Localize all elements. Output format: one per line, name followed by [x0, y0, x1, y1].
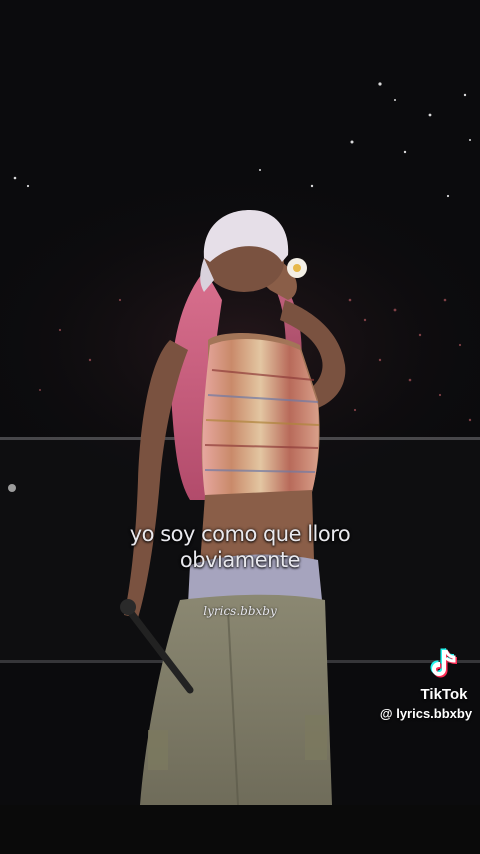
lyrics-caption-line-1: yo soy como que lloro — [129, 522, 351, 546]
bottom-letterbox — [0, 805, 480, 854]
concert-scene — [0, 0, 480, 854]
lyrics-caption-line-2: obviamente — [179, 548, 301, 572]
center-watermark: lyrics.bbxby — [203, 604, 277, 618]
tiktok-username: @ lyrics.bbxby — [379, 706, 473, 721]
striped-top — [202, 338, 320, 496]
video-frame[interactable]: yo soy como que lloro obviamente lyrics.… — [0, 0, 480, 854]
tiktok-note-icon — [430, 648, 457, 678]
tiktok-brand-label: TikTok — [420, 686, 468, 703]
flower — [287, 258, 307, 278]
